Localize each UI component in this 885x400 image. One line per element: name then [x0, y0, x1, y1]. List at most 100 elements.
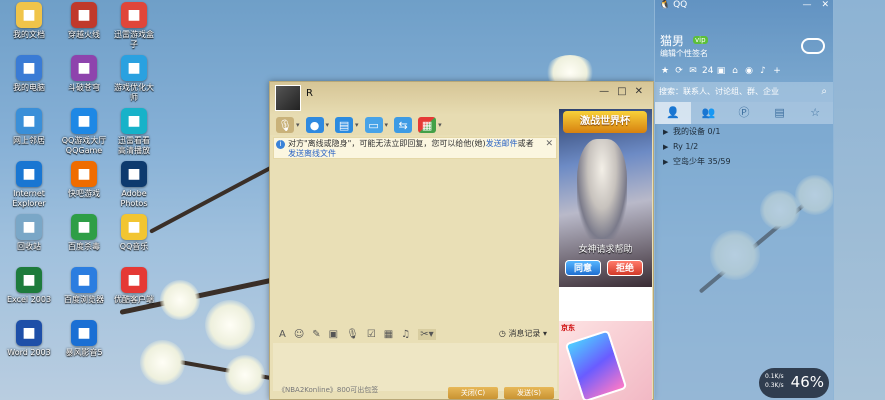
message-input[interactable]: [273, 343, 557, 391]
tab-favorites[interactable]: ☆: [797, 102, 833, 124]
remote-desktop-icon[interactable]: ▭: [364, 117, 383, 133]
desktop-icon[interactable]: ■ Word 2003: [0, 320, 58, 358]
chevron-down-icon[interactable]: ▾: [355, 121, 359, 129]
qq-tabs: 👤 👥 Ⓟ ▤ ☆: [655, 102, 833, 124]
microphone-icon[interactable]: 🎙: [276, 117, 294, 133]
chevron-down-icon[interactable]: ▾: [296, 121, 300, 129]
message-area[interactable]: [273, 160, 557, 325]
desktop-icon[interactable]: ■ 暴风影音5: [55, 320, 113, 358]
baidu-browser-icon: ■: [71, 267, 97, 293]
font-icon[interactable]: A: [279, 329, 286, 340]
signature-field[interactable]: 编辑个性签名: [660, 48, 708, 59]
footer-ad-text[interactable]: 《NBA2Konline》800可出包签: [278, 386, 378, 394]
screenshot-icon[interactable]: ✂▾: [418, 328, 436, 340]
desktop-icon[interactable]: ■ 我的文档: [0, 2, 58, 40]
apps-icon[interactable]: ▦: [418, 117, 437, 133]
send-offline-file-link[interactable]: 发送离线文件: [288, 149, 336, 158]
tab-messages[interactable]: ▤: [762, 102, 798, 124]
image-icon[interactable]: ▦: [384, 329, 393, 340]
qq-brand: 🐧 QQ: [659, 0, 687, 10]
add-icon[interactable]: +: [772, 66, 782, 76]
shop-icon[interactable]: ⌂: [730, 66, 740, 76]
computer-icon: ■: [16, 55, 42, 81]
chevron-down-icon[interactable]: ▾: [326, 121, 330, 129]
desktop-icon[interactable]: ■ QQ音乐: [105, 214, 163, 252]
status-count[interactable]: 24: [702, 66, 713, 76]
qq-header: 🐧 QQ — ✕ 猫男 vip 编辑个性签名 ★ ⟳ ✉ 24 ▣ ⌂ ◉ ♪ …: [655, 0, 833, 82]
agree-button[interactable]: 同意: [565, 260, 601, 276]
desktop-icon[interactable]: ■ 优酷客户端: [105, 267, 163, 305]
send-mail-link[interactable]: 发送邮件: [486, 139, 518, 148]
desktop-icon-label: 游戏优化大 师: [114, 83, 154, 102]
desktop-icon-label: QQ音乐: [119, 242, 149, 251]
chevron-down-icon[interactable]: ▾: [385, 121, 389, 129]
contact-group[interactable]: ▶ Ry 1/2: [655, 139, 833, 154]
contact-group[interactable]: ▶ 我的设备 0/1: [655, 124, 833, 139]
vip-badge[interactable]: vip: [693, 36, 708, 44]
music-icon[interactable]: ♫: [401, 329, 410, 340]
file-transfer-icon[interactable]: ▤: [335, 117, 354, 133]
blossom-decoration: [160, 280, 200, 320]
tab-groups[interactable]: 👥: [691, 102, 727, 124]
bag-icon[interactable]: ▣: [716, 66, 726, 76]
desktop-icon[interactable]: ■ 迅雷游戏盒 子: [105, 2, 163, 50]
desktop-icon[interactable]: ■ 网上邻居: [0, 108, 58, 146]
share-screen-icon[interactable]: ⇆: [394, 117, 413, 133]
xunlei-kankan-icon: ■: [121, 108, 147, 134]
penguin-icon: 🐧: [659, 0, 671, 10]
vibrate-icon[interactable]: ▣: [329, 329, 338, 340]
minimize-icon[interactable]: —: [599, 86, 609, 97]
youku-icon: ■: [121, 267, 147, 293]
game-icon[interactable]: ◉: [744, 66, 754, 76]
group-label: Ry 1/2: [673, 142, 699, 151]
magic-icon[interactable]: ✎: [312, 329, 320, 340]
star-icon[interactable]: ★: [660, 66, 670, 76]
refresh-icon[interactable]: ⟳: [674, 66, 684, 76]
refuse-button[interactable]: 拒绝: [607, 260, 643, 276]
notice-text: 对方"离线或隐身"，可能无法立即回复，您可以给他(她): [288, 139, 486, 148]
desktop-icon[interactable]: ■ Internet Explorer: [0, 161, 58, 209]
desktop-icon-label: Excel 2003: [6, 295, 52, 304]
qq-window-controls: — ✕: [802, 0, 829, 10]
contact-group[interactable]: ▶ 空岛少年 35/59: [655, 154, 833, 169]
chevron-down-icon[interactable]: ▾: [438, 121, 442, 129]
contact-avatar[interactable]: [275, 85, 301, 111]
desktop-icon-label: 优酷客户端: [114, 295, 154, 304]
desktop-icon[interactable]: ■ 游戏优化大 师: [105, 55, 163, 103]
desktop-icon[interactable]: ■ Excel 2003: [0, 267, 58, 305]
minimize-icon[interactable]: —: [802, 0, 811, 10]
word-icon: ■: [16, 320, 42, 346]
maximize-icon[interactable]: □: [617, 86, 626, 97]
send-row: 关闭(C) 发送(S): [448, 387, 554, 399]
send-button[interactable]: 发送(S): [504, 387, 554, 399]
close-button[interactable]: 关闭(C): [448, 387, 498, 399]
voice-message-icon[interactable]: 🎙: [346, 329, 359, 340]
game-ad[interactable]: 激战世界杯 女神请求帮助 同意 拒绝: [559, 109, 652, 287]
tab-contacts[interactable]: 👤: [655, 102, 691, 124]
shop-ad[interactable]: 京东: [559, 321, 652, 400]
video-icon[interactable]: ●: [305, 117, 324, 133]
close-icon[interactable]: ✕: [821, 0, 829, 10]
history-label: 消息记录: [508, 329, 541, 338]
music-icon[interactable]: ♪: [758, 66, 768, 76]
desktop-icon[interactable]: ■ Adobe Photos: [105, 161, 163, 209]
tab-zone[interactable]: Ⓟ: [726, 102, 762, 124]
recycle-bin-icon: ■: [16, 214, 42, 240]
network-speed-widget[interactable]: 0.1K/s 0.3K/s 46%: [759, 368, 829, 398]
message-history-button[interactable]: ◷ 消息记录 ▾: [499, 328, 547, 339]
contact-search-input[interactable]: 搜索：联系人、讨论组、群、企业 ⌕: [655, 82, 833, 102]
desktop-icon[interactable]: ■ 我的电脑: [0, 55, 58, 93]
desktop-icon[interactable]: ■ 迅雷看看 高清播放: [105, 108, 163, 156]
close-notice-icon[interactable]: ✕: [545, 139, 553, 149]
qqgame-icon: ■: [71, 108, 97, 134]
mail-icon[interactable]: ✉: [688, 66, 698, 76]
close-icon[interactable]: ✕: [635, 86, 643, 97]
user-nickname[interactable]: 猫男: [660, 32, 684, 49]
edit-icon[interactable]: ☑: [367, 329, 376, 340]
emoji-icon[interactable]: ☺: [294, 329, 304, 340]
weather-cloud-icon[interactable]: [801, 38, 825, 54]
search-icon[interactable]: ⌕: [821, 82, 827, 102]
blossom-decoration: [225, 355, 265, 395]
desktop-edge: [834, 0, 885, 400]
desktop-icon[interactable]: ■ 回收站: [0, 214, 58, 252]
